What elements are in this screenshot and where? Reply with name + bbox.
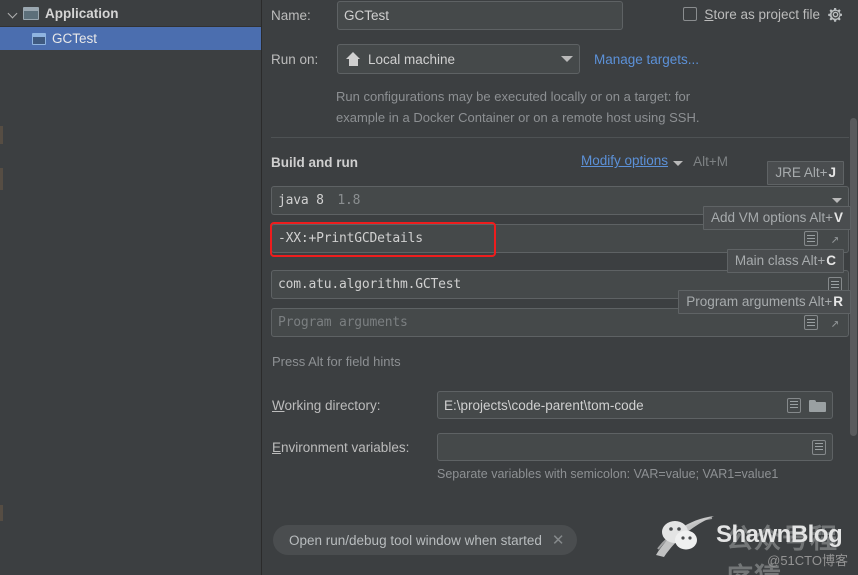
store-as-project-file-label: SStore as project filetore as project fi… bbox=[704, 6, 820, 22]
configurations-tree-panel: Application GCTest bbox=[0, 0, 262, 575]
environment-variables-label: Environment variables: bbox=[272, 439, 410, 455]
close-icon[interactable]: ✕ bbox=[552, 533, 565, 548]
jre-value: java 8 bbox=[278, 193, 324, 208]
tooltip-main-class: Main class Alt+ C bbox=[726, 249, 844, 273]
run-on-value: Local machine bbox=[368, 51, 456, 67]
run-on-description: Run configurations may be executed local… bbox=[336, 86, 806, 128]
environment-variables-hint: Separate variables with semicolon: VAR=v… bbox=[437, 467, 779, 481]
build-and-run-header: Build and run bbox=[271, 152, 851, 172]
manage-targets-link[interactable]: Manage targets... bbox=[594, 52, 699, 67]
tree-node-application[interactable]: Application bbox=[0, 0, 261, 27]
name-input[interactable]: GCTest bbox=[337, 0, 623, 30]
vm-options-expand-icon[interactable]: ↗ bbox=[828, 232, 842, 246]
program-arguments-expand-icon[interactable]: ↗ bbox=[828, 316, 842, 330]
open-run-debug-tool-window-label: Open run/debug tool window when started bbox=[289, 532, 542, 548]
tooltip-vm-options-label: Add VM options Alt+ bbox=[711, 210, 833, 225]
home-icon bbox=[346, 52, 361, 66]
edge-artifact-a bbox=[0, 126, 3, 144]
configuration-editor-pane: Name: GCTest SStore as project filetore … bbox=[262, 0, 858, 575]
gear-icon[interactable] bbox=[827, 6, 844, 23]
run-on-row: Run on: Local machine Manage targets... bbox=[271, 43, 699, 75]
working-directory-input[interactable]: E:\projects\code-parent\tom-code bbox=[437, 391, 833, 419]
run-on-label: Run on: bbox=[271, 51, 319, 67]
chevron-down-icon-run-on[interactable] bbox=[561, 56, 573, 62]
run-on-description-line1: Run configurations may be executed local… bbox=[336, 89, 691, 104]
program-arguments-editor-icon[interactable] bbox=[804, 315, 818, 330]
run-config-icon bbox=[32, 32, 46, 45]
run-on-description-line2: example in a Docker Container or on a re… bbox=[336, 110, 700, 125]
store-as-project-file-checkbox[interactable] bbox=[683, 7, 698, 21]
run-on-dropdown[interactable]: Local machine bbox=[337, 44, 580, 74]
environment-variables-input[interactable] bbox=[437, 433, 833, 461]
open-run-debug-tool-window-pill[interactable]: Open run/debug tool window when started … bbox=[273, 525, 577, 555]
name-input-value: GCTest bbox=[344, 7, 390, 23]
modify-options-shortcut-ghost: Alt+M bbox=[693, 154, 728, 169]
tooltip-vm-options-key: V bbox=[833, 210, 843, 225]
chevron-down-icon-jre[interactable] bbox=[832, 198, 842, 203]
tooltip-program-arguments-label: Program arguments Alt+ bbox=[686, 294, 833, 309]
program-arguments-placeholder: Program arguments bbox=[278, 315, 408, 330]
vertical-scrollbar-thumb[interactable] bbox=[850, 118, 857, 436]
tooltip-program-arguments: Program arguments Alt+ R bbox=[678, 290, 851, 314]
tree-node-gctest[interactable]: GCTest bbox=[0, 27, 261, 50]
edge-artifact-b bbox=[0, 168, 3, 190]
tree-node-gctest-label: GCTest bbox=[52, 31, 98, 46]
tooltip-jre: JRE Alt+ J bbox=[767, 161, 844, 185]
field-hints-note: Press Alt for field hints bbox=[272, 354, 401, 369]
jre-version: 1.8 bbox=[337, 193, 361, 208]
vm-options-editor-icon[interactable] bbox=[804, 231, 818, 246]
run-debug-configurations-dialog: Application GCTest Name: GCTest SStore a… bbox=[0, 0, 858, 575]
environment-variables-editor-icon[interactable] bbox=[812, 439, 826, 455]
modify-options-link[interactable]: Modify options bbox=[581, 153, 668, 168]
tooltip-vm-options: Add VM options Alt+ V bbox=[703, 206, 851, 230]
tooltip-main-class-key: C bbox=[826, 253, 836, 268]
working-directory-value: E:\projects\code-parent\tom-code bbox=[444, 397, 644, 413]
watermark-brand: ShawnBlog bbox=[716, 521, 843, 548]
edge-artifact-c bbox=[0, 505, 3, 521]
build-and-run-title: Build and run bbox=[271, 154, 358, 170]
vm-options-value: -XX:+PrintGCDetails bbox=[278, 231, 423, 246]
tree-node-application-label: Application bbox=[45, 5, 119, 21]
application-icon bbox=[23, 6, 39, 20]
vertical-scrollbar-track[interactable] bbox=[849, 0, 858, 575]
watermark: 公众号程序猿 ShawnBlog @51CTO博客 bbox=[652, 513, 852, 575]
chevron-down-icon[interactable] bbox=[6, 6, 20, 20]
folder-icon[interactable] bbox=[809, 399, 826, 412]
wechat-logo-icon bbox=[656, 516, 714, 557]
working-directory-label: Working directory: bbox=[272, 397, 381, 413]
tooltip-program-arguments-key: R bbox=[833, 294, 843, 309]
working-directory-macros-icon[interactable] bbox=[787, 397, 801, 413]
main-class-value: com.atu.algorithm.GCTest bbox=[278, 277, 462, 292]
environment-variables-row: Environment variables: bbox=[272, 432, 833, 462]
section-divider bbox=[271, 137, 849, 138]
chevron-down-icon-modify-options[interactable] bbox=[673, 161, 683, 166]
tooltip-jre-label: JRE Alt+ bbox=[775, 165, 828, 180]
tooltip-jre-key: J bbox=[828, 165, 836, 180]
tooltip-main-class-label: Main class Alt+ bbox=[734, 253, 826, 268]
name-label: Name: bbox=[271, 7, 311, 23]
watermark-credit: @51CTO博客 bbox=[767, 553, 848, 568]
working-directory-row: Working directory: E:\projects\code-pare… bbox=[272, 390, 833, 420]
store-as-project-file-row[interactable]: SStore as project filetore as project fi… bbox=[683, 2, 844, 26]
